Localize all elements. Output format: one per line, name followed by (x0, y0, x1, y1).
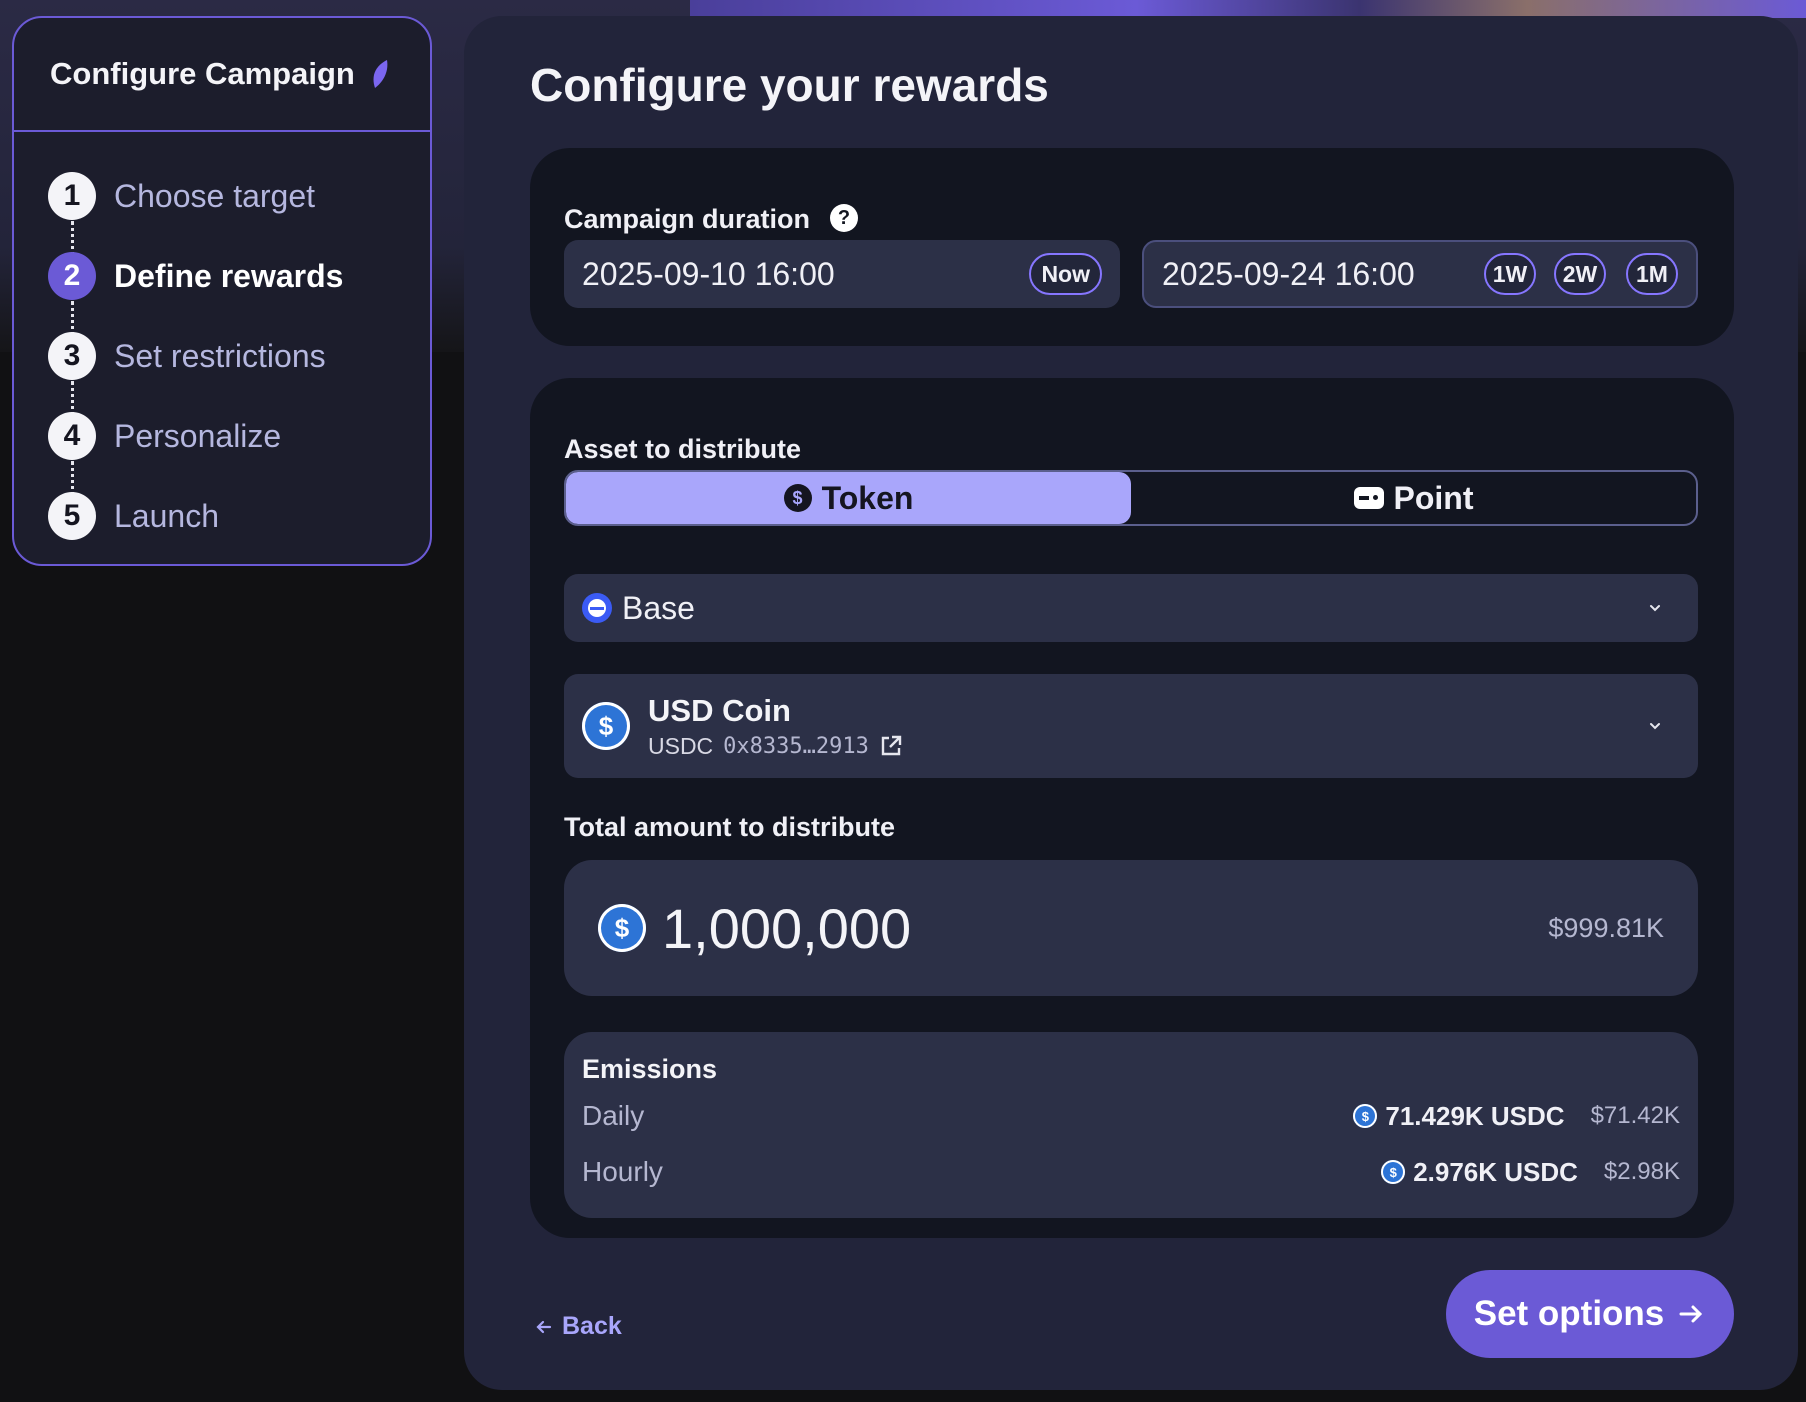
preset-1w-button[interactable]: 1W (1484, 253, 1536, 295)
preset-1m-button[interactable]: 1M (1626, 253, 1678, 295)
arrow-left-icon (536, 1320, 552, 1333)
token-tab-label: Token (821, 479, 914, 516)
external-link-icon[interactable] (879, 734, 903, 758)
preset-2w-button[interactable]: 2W (1554, 253, 1606, 295)
token-select[interactable]: $ USD Coin USDC 0x8335…2913 (564, 674, 1698, 778)
step-list: 1 Choose target 2 Define rewards 3 Set r… (14, 132, 430, 556)
step-label: Launch (114, 497, 219, 534)
emission-row-daily: Daily $ 71.429K USDC $71.42K (582, 1091, 1680, 1141)
emissions-summary: Emissions Daily $ 71.429K USDC $71.42K H… (564, 1032, 1698, 1218)
usdc-icon: $ (1353, 1104, 1378, 1128)
emission-label: Daily (582, 1100, 645, 1131)
step-label: Choose target (114, 177, 316, 214)
chevron-down-icon (1650, 605, 1660, 612)
set-options-button[interactable]: Set options (1446, 1270, 1734, 1358)
asset-label: Asset to distribute (564, 434, 802, 464)
amount-usd-value: $999.81K (1548, 912, 1664, 943)
point-tab[interactable]: Point (1131, 472, 1696, 524)
emission-amount: 2.976K USDC (1413, 1156, 1578, 1187)
asset-card: Asset to distribute $ Token Point Base $… (530, 378, 1734, 1238)
emission-row-hourly: Hourly $ 2.976K USDC $2.98K (582, 1147, 1680, 1197)
now-button[interactable]: Now (1029, 253, 1102, 295)
network-select[interactable]: Base (564, 574, 1698, 642)
end-date-value: 2025-09-24 16:00 (1162, 255, 1415, 292)
end-date-field[interactable]: 2025-09-24 16:00 1W 2W 1M (1142, 240, 1698, 308)
step-number: 5 (48, 492, 96, 540)
campaign-duration-label: Campaign duration (564, 204, 811, 234)
usdc-icon: $ (582, 702, 630, 750)
step-label: Personalize (114, 417, 282, 454)
emission-amount: 71.429K USDC (1385, 1100, 1565, 1131)
token-address: 0x8335…2913 (723, 733, 869, 759)
token-symbol: USDC (648, 732, 714, 759)
total-amount-input[interactable]: $ 1,000,000 $999.81K (564, 860, 1698, 996)
campaign-steps-sidebar: Configure Campaign 1 Choose target 2 Def… (12, 16, 432, 566)
step-number: 4 (48, 412, 96, 460)
campaign-duration-card: Campaign duration ? 2025-09-10 16:00 Now… (530, 148, 1734, 346)
chevron-down-icon (1650, 723, 1660, 730)
gamepad-icon (1353, 487, 1384, 509)
rewards-panel: Configure your rewards Campaign duration… (464, 16, 1798, 1390)
step-personalize[interactable]: 4 Personalize (14, 396, 430, 521)
point-tab-label: Point (1393, 479, 1474, 516)
sidebar-title: Configure Campaign (50, 56, 355, 91)
step-number: 3 (48, 332, 96, 380)
step-number: 1 (48, 172, 96, 220)
emission-usd: $71.42K (1590, 1102, 1680, 1129)
leaf-icon (373, 60, 388, 88)
token-details: USDC 0x8335…2913 (648, 733, 1648, 760)
step-label: Define rewards (114, 257, 344, 294)
token-name: USD Coin (648, 692, 791, 728)
back-label: Back (562, 1312, 622, 1340)
start-date-value: 2025-09-10 16:00 (582, 255, 835, 292)
step-set-restrictions[interactable]: 3 Set restrictions (14, 316, 430, 441)
usdc-icon: $ (1381, 1160, 1406, 1184)
network-value: Base (622, 589, 695, 626)
set-options-label: Set options (1473, 1294, 1665, 1333)
back-button[interactable]: Back (534, 1312, 622, 1341)
start-date-field[interactable]: 2025-09-10 16:00 Now (564, 240, 1120, 308)
usdc-icon: $ (598, 904, 646, 952)
token-info: USD Coin USDC 0x8335…2913 (648, 693, 1648, 760)
base-network-icon (582, 593, 612, 623)
arrow-right-icon (1679, 1305, 1703, 1323)
step-number: 2 (48, 252, 96, 300)
emission-label: Hourly (582, 1156, 663, 1187)
emission-usd: $2.98K (1603, 1158, 1680, 1185)
total-amount-label: Total amount to distribute (564, 812, 895, 842)
emissions-title: Emissions (582, 1054, 718, 1084)
token-tab[interactable]: $ Token (566, 472, 1131, 524)
step-define-rewards[interactable]: 2 Define rewards (14, 236, 430, 361)
amount-value: 1,000,000 (662, 896, 912, 960)
dollar-coin-icon: $ (783, 484, 812, 512)
sidebar-header: Configure Campaign (14, 18, 430, 132)
step-label: Set restrictions (114, 337, 326, 374)
step-launch[interactable]: 5 Launch (14, 476, 430, 556)
page-title: Configure your rewards (530, 59, 1049, 111)
question-icon[interactable]: ? (830, 204, 858, 232)
asset-type-toggle: $ Token Point (564, 470, 1698, 526)
step-choose-target[interactable]: 1 Choose target (14, 156, 430, 281)
